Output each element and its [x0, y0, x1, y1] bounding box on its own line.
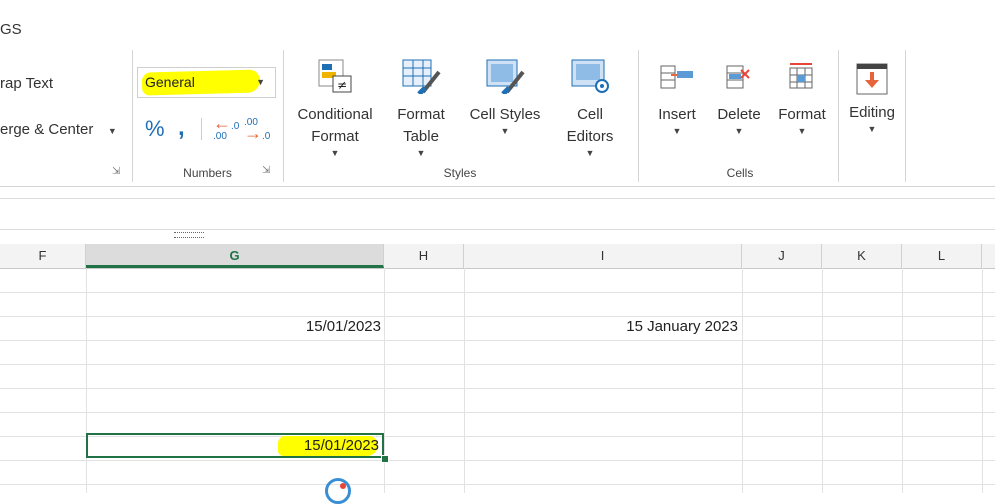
- editing-label: Editing: [849, 104, 895, 121]
- format-table-label: Format: [397, 106, 445, 123]
- separator: [201, 118, 202, 140]
- cell-editors-button[interactable]: Cell Editors ▼: [555, 58, 625, 158]
- column-header-f[interactable]: F: [0, 244, 86, 268]
- wrap-text-label: rap Text: [0, 75, 54, 92]
- conditional-format-icon: ≠: [318, 59, 352, 93]
- format-table-button[interactable]: Format Table ▼: [385, 58, 457, 158]
- row-gridline: [0, 340, 995, 341]
- cell-editors-label-2: Editors: [566, 128, 614, 145]
- format-table-icon: [402, 59, 441, 94]
- chevron-down-icon: ▼: [797, 126, 807, 136]
- cell-styles-icon: [486, 59, 525, 94]
- format-cells-icon: [789, 63, 813, 89]
- refresh-icon: [325, 478, 351, 504]
- column-gridline: [822, 268, 823, 493]
- insert-cells-label: Insert: [658, 106, 696, 123]
- increase-decimal-icon[interactable]: ←.0.00: [213, 114, 239, 142]
- chevron-down-icon: ▼: [500, 126, 510, 136]
- fill-handle[interactable]: [381, 455, 389, 463]
- conditional-format-label: Conditional: [297, 106, 373, 123]
- cell-editors-label: Cell: [577, 106, 603, 123]
- svg-text:≠: ≠: [337, 78, 347, 92]
- chevron-down-icon: ▼: [256, 77, 265, 87]
- group-divider: [638, 50, 639, 182]
- active-cell-value: 15/01/2023: [303, 437, 379, 454]
- styles-group-label: Styles: [443, 166, 477, 180]
- group-divider: [838, 50, 839, 182]
- column-header-g[interactable]: G: [86, 244, 384, 268]
- insert-cells-icon: [660, 65, 693, 89]
- chevron-down-icon: ▼: [672, 126, 682, 136]
- row-gridline: [0, 316, 995, 317]
- numbers-group-label: Numbers: [183, 166, 232, 180]
- row-gridline: [0, 484, 995, 485]
- conditional-format-button[interactable]: ≠ Conditional Format ▼: [290, 58, 380, 158]
- active-cell[interactable]: 15/01/2023: [86, 433, 384, 458]
- delete-cells-button[interactable]: Delete ▼: [712, 62, 766, 136]
- resize-handle[interactable]: [174, 232, 204, 238]
- column-header-l[interactable]: L: [902, 244, 982, 268]
- cell-editors-icon: [571, 59, 609, 93]
- delete-cells-icon: [726, 65, 750, 89]
- column-header-row: F G H I J K L: [0, 244, 995, 269]
- column-header-h[interactable]: H: [384, 244, 464, 268]
- editing-button[interactable]: Editing ▼: [843, 62, 901, 134]
- format-cells-label: Format: [778, 106, 826, 123]
- cell-g-date[interactable]: 15/01/2023: [86, 318, 381, 335]
- column-gridline: [902, 268, 903, 493]
- column-header-k[interactable]: K: [822, 244, 902, 268]
- percent-icon[interactable]: %: [145, 116, 165, 142]
- column-gridline: [982, 268, 983, 493]
- formula-bar[interactable]: [0, 198, 995, 230]
- column-gridline: [742, 268, 743, 493]
- row-gridline: [0, 364, 995, 365]
- row-gridline: [0, 460, 995, 461]
- chevron-down-icon: ▼: [867, 124, 877, 134]
- column-gridline: [464, 268, 465, 493]
- numbers-dialog-launcher-icon[interactable]: ⇲: [262, 165, 270, 176]
- number-format-value: General: [145, 74, 195, 90]
- column-gridline: [86, 268, 87, 493]
- chevron-down-icon: ▼: [107, 126, 117, 136]
- format-cells-button[interactable]: Format ▼: [772, 62, 832, 136]
- ribbon: rap Text erge & Center ▼ ⇲ General ▼ % ,…: [0, 50, 995, 187]
- row-gridline: [0, 388, 995, 389]
- cell-styles-label: Cell Styles: [469, 106, 541, 123]
- chevron-down-icon: ▼: [330, 148, 340, 158]
- group-divider: [905, 50, 906, 182]
- comma-style-icon[interactable]: ,: [178, 114, 185, 142]
- delete-cells-label: Delete: [717, 106, 761, 123]
- merge-center-button[interactable]: erge & Center ▼: [0, 119, 117, 141]
- merge-center-label: erge & Center: [0, 121, 94, 138]
- editing-icon: [856, 63, 888, 95]
- column-header-j[interactable]: J: [742, 244, 822, 268]
- group-divider: [283, 50, 284, 182]
- decrease-decimal-icon[interactable]: .00 →.0: [244, 118, 270, 143]
- group-divider: [132, 50, 133, 182]
- chevron-down-icon: ▼: [734, 126, 744, 136]
- ribbon-tab-strip: GS: [0, 0, 995, 51]
- insert-cells-button[interactable]: Insert ▼: [650, 62, 704, 136]
- conditional-format-label-2: Format: [311, 128, 359, 145]
- cell-i-date-long[interactable]: 15 January 2023: [464, 318, 738, 335]
- format-table-label-2: Table: [403, 128, 439, 145]
- row-gridline: [0, 292, 995, 293]
- wrap-text-button[interactable]: rap Text: [0, 73, 53, 95]
- row-gridline: [0, 412, 995, 413]
- number-format-select[interactable]: General ▼: [137, 67, 276, 98]
- ribbon-tab[interactable]: GS: [0, 21, 22, 38]
- chevron-down-icon: ▼: [416, 148, 426, 158]
- chevron-down-icon: ▼: [585, 148, 595, 158]
- column-header-i[interactable]: I: [464, 244, 742, 268]
- cell-styles-button[interactable]: Cell Styles ▼: [466, 58, 544, 136]
- cells-group-label: Cells: [726, 166, 754, 180]
- alignment-dialog-launcher-icon[interactable]: ⇲: [112, 166, 120, 177]
